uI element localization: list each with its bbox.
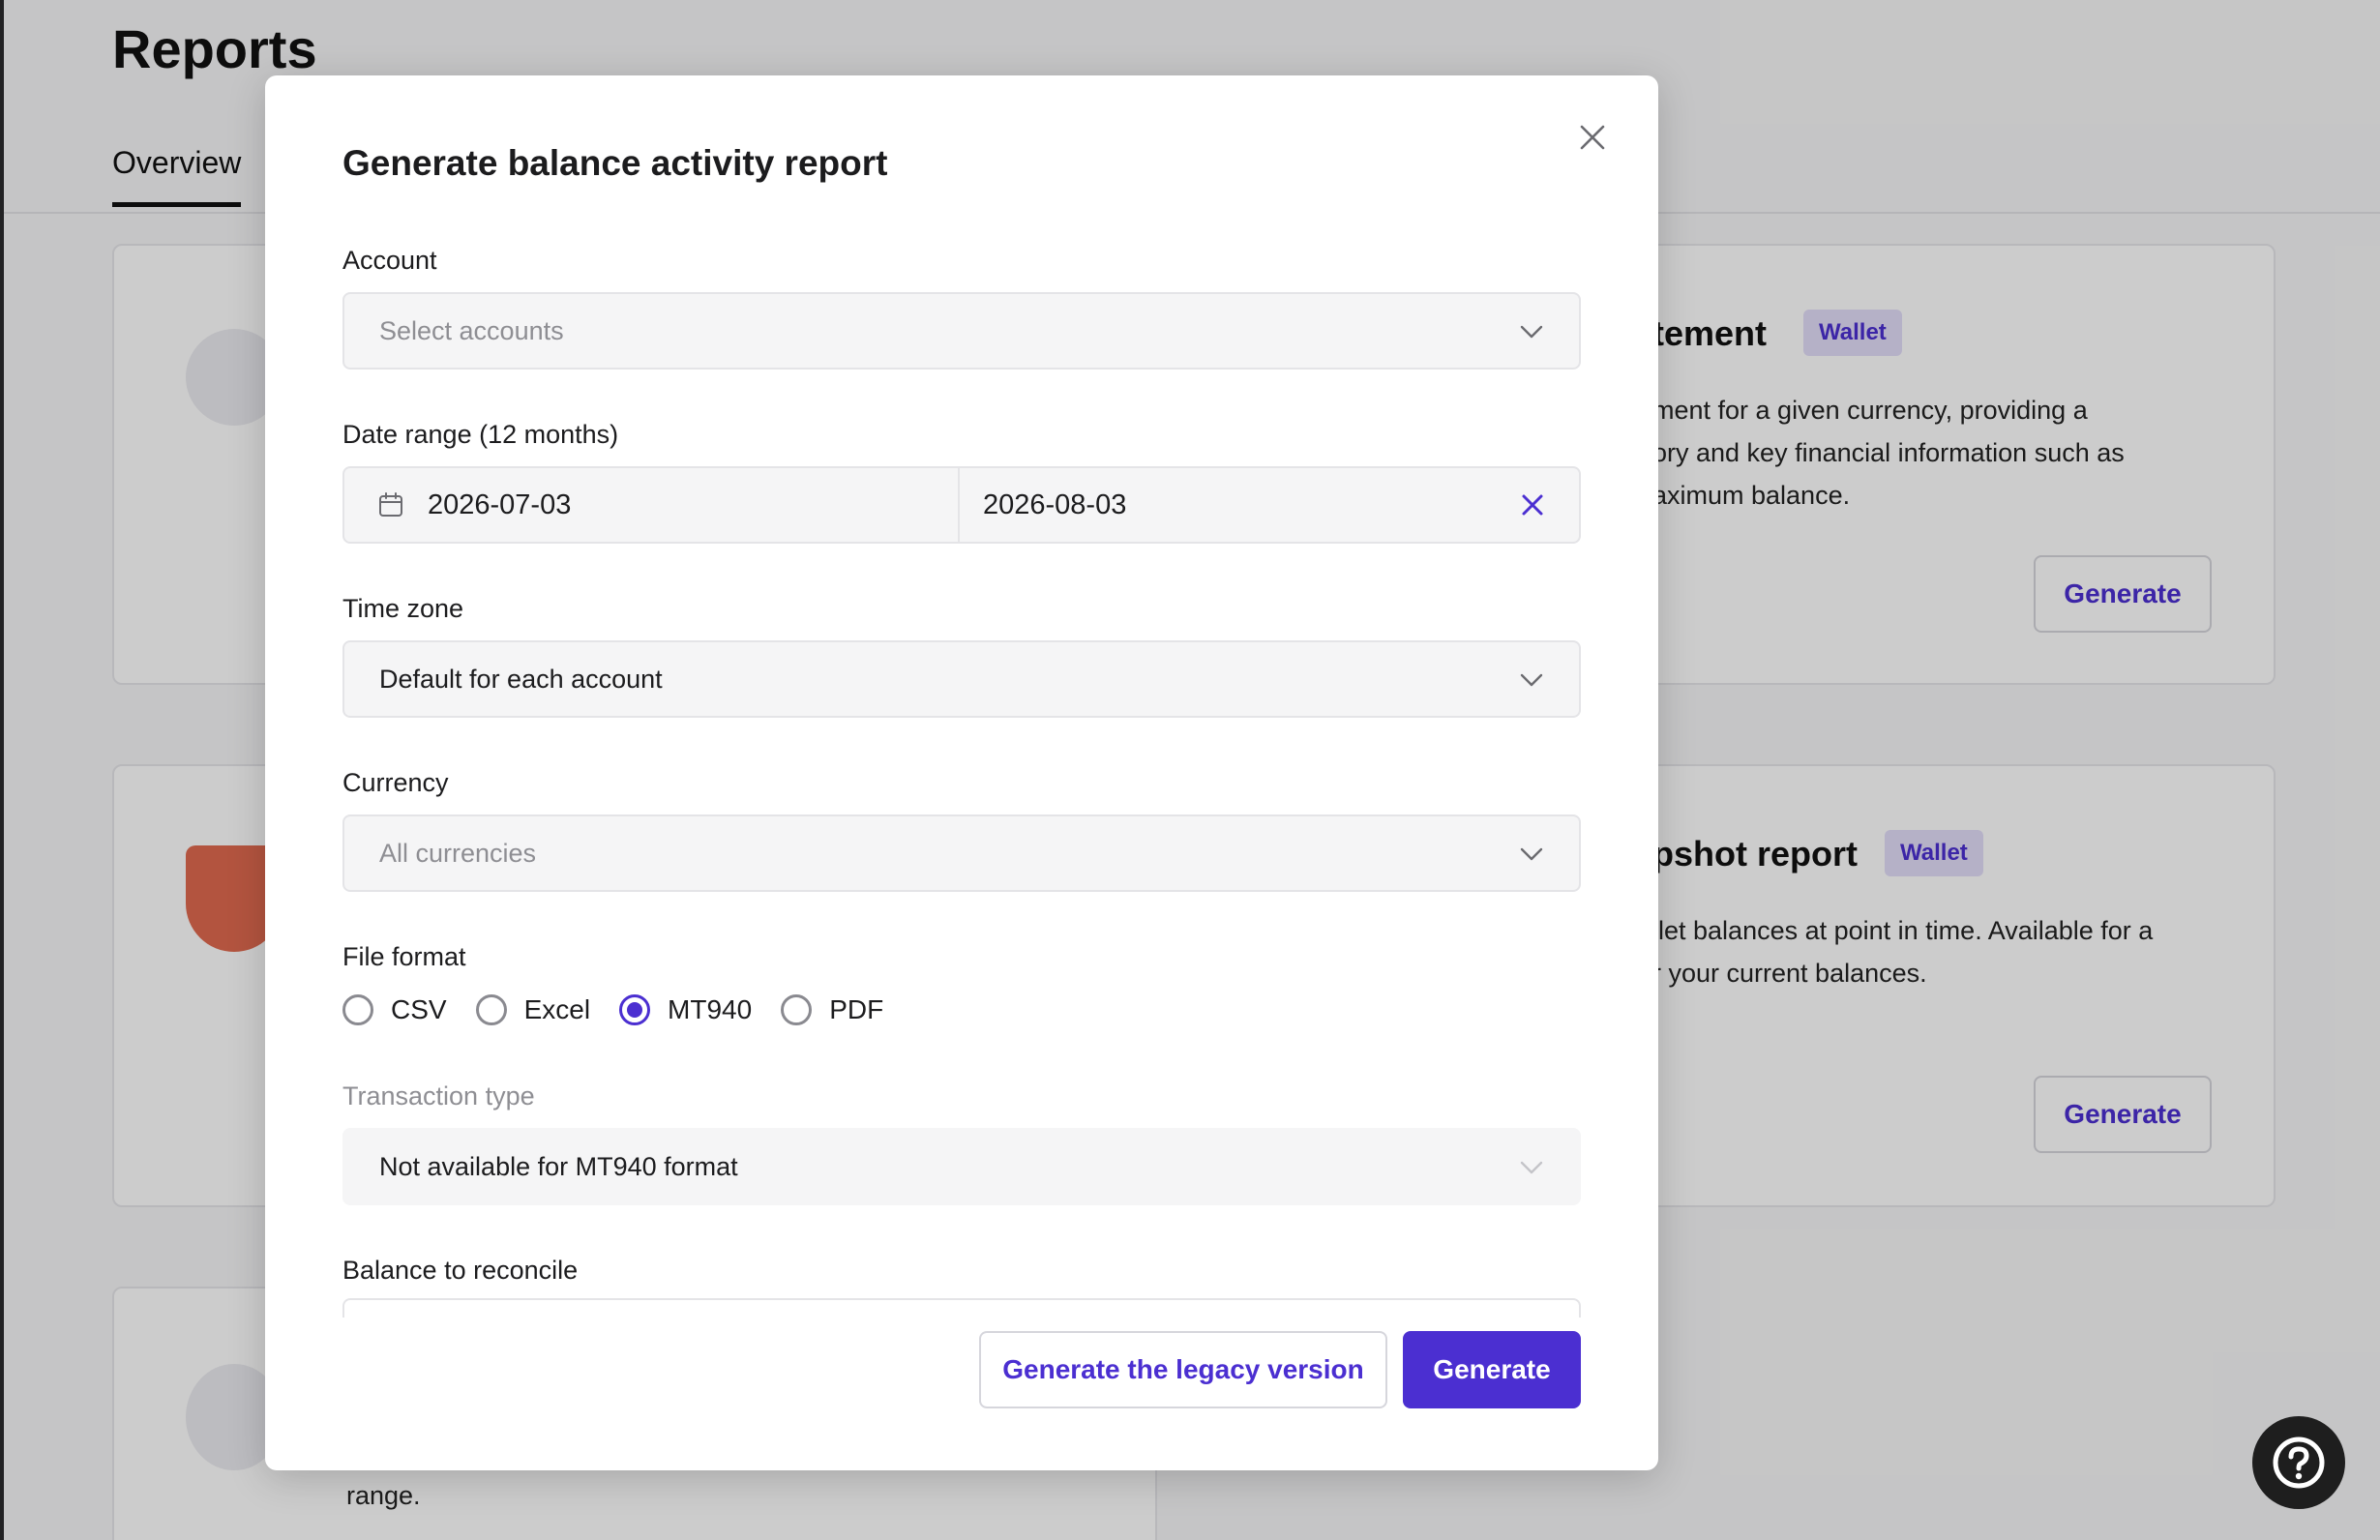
transaction-type-label: Transaction type [342, 1081, 535, 1111]
file-format-label: File format [342, 942, 466, 971]
radio-button[interactable] [781, 994, 813, 1025]
chevron-down-icon [1520, 325, 1543, 339]
generate-button[interactable]: Generate [1403, 1331, 1581, 1408]
date-range-picker: 2026-07-03 2026-08-03 [342, 466, 1581, 544]
radio-button[interactable] [475, 994, 507, 1025]
close-icon [1580, 125, 1605, 150]
balance-to-reconcile-label: Balance to reconcile [342, 1256, 579, 1285]
radio-option-mt940[interactable]: MT940 [619, 994, 752, 1025]
radio-label: Excel [523, 994, 591, 1024]
generate-report-dialog: Generate balance activity report Account… [265, 75, 1658, 1470]
account-placeholder: Select accounts [379, 315, 564, 345]
end-date-input[interactable]: 2026-08-03 [983, 468, 1126, 542]
currency-placeholder: All currencies [379, 838, 537, 868]
transaction-type-value: Not available for MT940 format [379, 1151, 738, 1181]
end-date-value: 2026-08-03 [983, 489, 1127, 520]
calendar-icon [377, 491, 404, 518]
chevron-down-icon [1520, 673, 1543, 687]
help-icon [2273, 1436, 2325, 1489]
help-button[interactable] [2252, 1416, 2345, 1509]
radio-label: PDF [829, 994, 884, 1024]
time-zone-label: Time zone [342, 594, 464, 623]
currency-label: Currency [342, 768, 449, 797]
radio-option-csv[interactable]: CSV [342, 994, 447, 1025]
radio-button[interactable] [342, 994, 373, 1025]
start-date-input[interactable]: 2026-07-03 [344, 468, 960, 542]
transaction-type-select: Not available for MT940 format [342, 1128, 1581, 1205]
chevron-down-icon [1520, 1161, 1543, 1174]
account-label: Account [342, 246, 437, 275]
radio-button-selected[interactable] [619, 994, 651, 1025]
clear-icon[interactable] [1519, 491, 1546, 518]
radio-label: CSV [391, 994, 447, 1024]
chevron-down-icon [1520, 847, 1543, 861]
dialog-title: Generate balance activity report [342, 143, 888, 183]
radio-label: MT940 [668, 994, 753, 1024]
account-select[interactable]: Select accounts [342, 292, 1581, 370]
file-format-radio-group: CSV Excel MT940 PDF [342, 991, 912, 1029]
time-zone-value: Default for each account [379, 664, 663, 694]
radio-option-pdf[interactable]: PDF [781, 994, 883, 1025]
generate-legacy-button[interactable]: Generate the legacy version [979, 1331, 1387, 1408]
time-zone-select[interactable]: Default for each account [342, 640, 1581, 718]
balance-to-reconcile-input[interactable] [342, 1298, 1581, 1318]
date-range-label: Date range (12 months) [342, 420, 619, 449]
close-button[interactable] [1565, 110, 1620, 164]
radio-option-excel[interactable]: Excel [475, 994, 591, 1025]
start-date-value: 2026-07-03 [428, 489, 572, 520]
currency-select[interactable]: All currencies [342, 814, 1581, 892]
